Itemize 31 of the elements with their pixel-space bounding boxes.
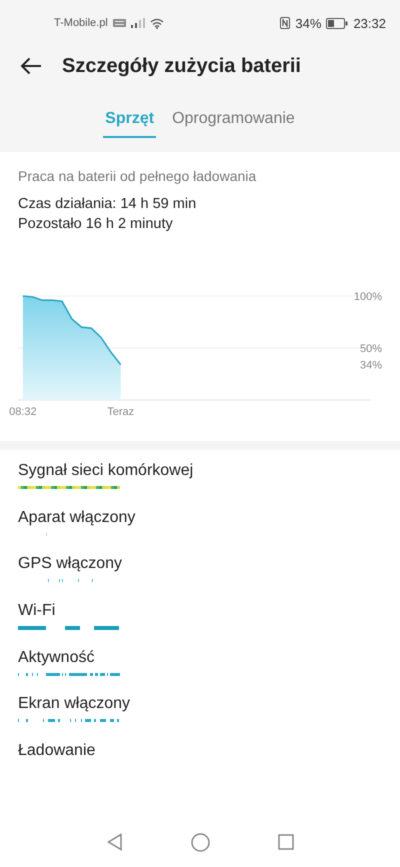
x-axis-label: Teraz: [107, 406, 134, 418]
remaining-text: Pozostało 16 h 2 minuty: [18, 216, 174, 232]
carrier-name: T-Mobile.pl: [54, 17, 108, 29]
battery-icon: [326, 18, 348, 28]
battery-percent: 34%: [295, 16, 322, 30]
usage-label: Ładowanie: [18, 742, 96, 760]
usage-label: Aparat włączony: [18, 508, 136, 527]
volte-icon: [112, 19, 126, 27]
wifi-icon: [150, 18, 164, 28]
y-axis-label: 50%: [360, 343, 382, 355]
home-icon[interactable]: [190, 832, 210, 852]
page-title: Szczegóły zużycia baterii: [62, 54, 301, 78]
runtime-text: Czas działania: 14 h 59 min: [18, 196, 198, 212]
signal-icon: [130, 18, 145, 28]
back-arrow-icon[interactable]: [20, 57, 42, 75]
usage-label: Wi-Fi: [18, 602, 56, 620]
usage-label: Sygnał sieci komórkowej: [18, 462, 194, 480]
y-axis-label: 34%: [360, 360, 382, 372]
usage-label: Aktywność: [18, 648, 94, 667]
recents-icon[interactable]: [278, 834, 294, 850]
usage-timeline-drawing: [46, 532, 47, 536]
nfc-icon: [280, 17, 290, 29]
y-axis-label: 100%: [354, 291, 382, 303]
clock-time: 23:32: [353, 16, 386, 30]
usage-label: GPS włączony: [18, 555, 122, 574]
tab[interactable]: Sprzęt: [103, 106, 156, 138]
x-axis-label: 08:32: [9, 406, 37, 418]
section-subtitle: Praca na baterii od pełnego ładowania: [18, 168, 258, 184]
tab[interactable]: Oprogramowanie: [170, 106, 297, 138]
back-icon[interactable]: [106, 833, 122, 851]
usage-label: Ekran włączony: [18, 695, 130, 714]
